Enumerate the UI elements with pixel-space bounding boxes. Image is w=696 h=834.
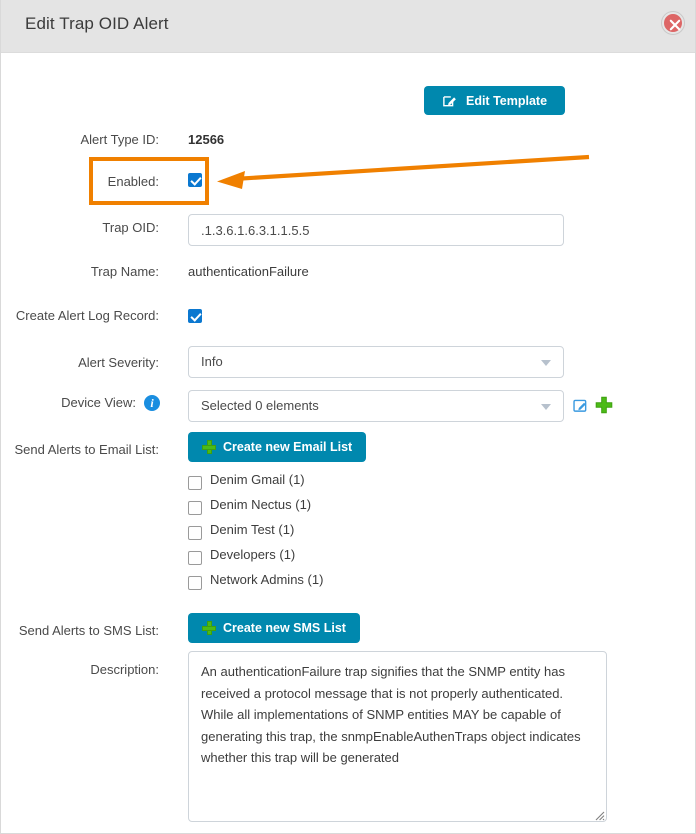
sms-list-label: Send Alerts to SMS List: [18, 623, 159, 638]
chevron-down-icon [541, 360, 551, 366]
email-list-checkbox[interactable] [188, 551, 202, 565]
close-icon[interactable] [662, 12, 684, 34]
enabled-label: Enabled: [107, 174, 159, 189]
create-new-sms-list-label: Create new SMS List [223, 621, 346, 635]
description-textarea[interactable]: An authenticationFailure trap signifies … [188, 651, 607, 822]
dialog-title: Edit Trap OID Alert [25, 14, 169, 33]
edit-template-button[interactable]: Edit Template [424, 86, 565, 115]
alert-type-id-label: Alert Type ID: [80, 132, 159, 147]
list-item-label: Denim Nectus (1) [210, 497, 312, 512]
alert-severity-label: Alert Severity: [78, 355, 159, 370]
device-view-select[interactable]: Selected 0 elements [188, 390, 564, 422]
email-list-checkbox[interactable] [188, 576, 202, 590]
trap-name-value: authenticationFailure [188, 264, 309, 279]
email-list-label: Send Alerts to Email List: [14, 442, 159, 457]
trap-oid-label: Trap OID: [102, 220, 159, 235]
enabled-checkbox[interactable] [188, 173, 202, 187]
trap-oid-input[interactable] [188, 214, 564, 246]
info-circle-icon[interactable]: i [144, 395, 160, 411]
edit-template-label: Edit Template [465, 93, 548, 108]
create-new-email-list-button[interactable]: Create new Email List [188, 432, 367, 462]
chevron-down-icon [541, 404, 551, 410]
list-item-label: Denim Test (1) [210, 522, 295, 537]
alert-severity-value: Info [201, 354, 223, 369]
create-new-sms-list-button[interactable]: Create new SMS List [188, 613, 360, 643]
description-label: Description: [90, 662, 159, 677]
create-alert-log-record-label: Create Alert Log Record: [15, 308, 159, 323]
device-view-label: Device View: [61, 395, 136, 410]
pencil-square-icon [442, 93, 457, 108]
device-view-value: Selected 0 elements [201, 398, 319, 413]
list-item-label: Network Admins (1) [210, 572, 324, 587]
plus-icon [202, 621, 216, 635]
email-list-checkbox[interactable] [188, 526, 202, 540]
alert-type-id-value: 12566 [188, 132, 225, 147]
list-item-label: Developers (1) [210, 547, 296, 562]
email-list-checkbox[interactable] [188, 501, 202, 515]
alert-severity-select[interactable]: Info [188, 346, 564, 378]
create-new-email-list-label: Create new Email List [223, 440, 353, 454]
trap-name-label: Trap Name: [90, 264, 159, 279]
dialog-header: Edit Trap OID Alert [1, 0, 695, 53]
create-alert-log-record-checkbox[interactable] [188, 309, 202, 323]
device-view-add-icon[interactable] [595, 396, 613, 414]
list-item-label: Denim Gmail (1) [210, 472, 305, 487]
edit-trap-oid-alert-dialog: Edit Trap OID Alert Edit Template Alert … [0, 0, 696, 834]
email-list-checkbox[interactable] [188, 476, 202, 490]
plus-icon [202, 440, 216, 454]
device-view-edit-icon[interactable] [573, 398, 588, 413]
